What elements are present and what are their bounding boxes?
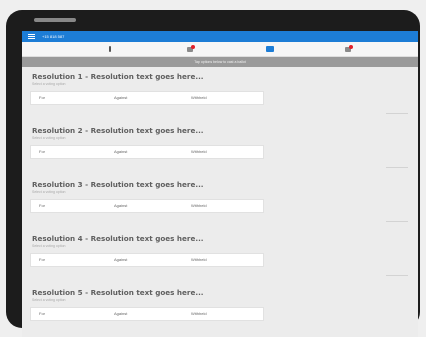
resolution-title: Resolution 4 - Resolution text goes here…: [32, 234, 204, 243]
vote-options: For Against Withheld: [30, 145, 264, 159]
vote-options: For Against Withheld: [30, 253, 264, 267]
divider: [386, 275, 408, 276]
vote-withheld-button[interactable]: Withheld: [191, 308, 251, 320]
vote-options: For Against Withheld: [30, 307, 264, 321]
chat-icon[interactable]: [187, 45, 195, 53]
tablet-frame: +15 818 587 Tap options below to cast a …: [6, 10, 420, 337]
resolution-item: Resolution 2 - Resolution text goes here…: [30, 121, 418, 175]
divider: [386, 113, 408, 114]
resolution-title: Resolution 2 - Resolution text goes here…: [32, 126, 204, 135]
notification-dot-icon: [349, 45, 353, 49]
messages-icon[interactable]: [345, 45, 353, 53]
vote-withheld-button[interactable]: Withheld: [191, 254, 251, 266]
top-app-bar: +15 818 587: [22, 31, 418, 42]
resolution-title: Resolution 5 - Resolution text goes here…: [32, 288, 204, 297]
vote-against-button[interactable]: Against: [114, 254, 174, 266]
resolution-item: Resolution 1 - Resolution text goes here…: [30, 67, 418, 121]
resolution-item: Resolution 3 - Resolution text goes here…: [30, 175, 418, 229]
resolution-subtitle: Select a voting option: [32, 136, 66, 140]
menu-icon[interactable]: [28, 34, 35, 39]
divider: [386, 167, 408, 168]
resolution-item: Resolution 4 - Resolution text goes here…: [30, 229, 418, 283]
app-screen: +15 818 587 Tap options below to cast a …: [22, 31, 418, 337]
vote-withheld-button[interactable]: Withheld: [191, 146, 251, 158]
vote-against-button[interactable]: Against: [114, 308, 174, 320]
vote-for-button[interactable]: For: [39, 254, 99, 266]
tab-bar: [22, 42, 418, 57]
resolution-subtitle: Select a voting option: [32, 244, 66, 248]
resolution-list: Resolution 1 - Resolution text goes here…: [22, 67, 418, 337]
vote-against-button[interactable]: Against: [114, 200, 174, 212]
camera-bar: [34, 18, 76, 22]
phone-number: +15 818 587: [42, 34, 65, 39]
vote-options: For Against Withheld: [30, 91, 264, 105]
vote-for-button[interactable]: For: [39, 308, 99, 320]
pin-icon[interactable]: [109, 46, 111, 52]
resolution-subtitle: Select a voting option: [32, 82, 66, 86]
resolution-title: Resolution 1 - Resolution text goes here…: [32, 72, 204, 81]
vote-for-button[interactable]: For: [39, 200, 99, 212]
resolution-item: Resolution 5 - Resolution text goes here…: [30, 283, 418, 337]
notification-dot-icon: [191, 45, 195, 49]
vote-withheld-button[interactable]: Withheld: [191, 200, 251, 212]
vote-withheld-button[interactable]: Withheld: [191, 92, 251, 104]
vote-against-button[interactable]: Against: [114, 92, 174, 104]
resolution-title: Resolution 3 - Resolution text goes here…: [32, 180, 204, 189]
vote-for-button[interactable]: For: [39, 146, 99, 158]
vote-options: For Against Withheld: [30, 199, 264, 213]
resolution-subtitle: Select a voting option: [32, 190, 66, 194]
divider: [386, 221, 408, 222]
vote-against-button[interactable]: Against: [114, 146, 174, 158]
resolution-subtitle: Select a voting option: [32, 298, 66, 302]
vote-for-button[interactable]: For: [39, 92, 99, 104]
ballot-icon[interactable]: [266, 45, 274, 53]
instruction-banner: Tap options below to cast a ballot: [22, 57, 418, 67]
